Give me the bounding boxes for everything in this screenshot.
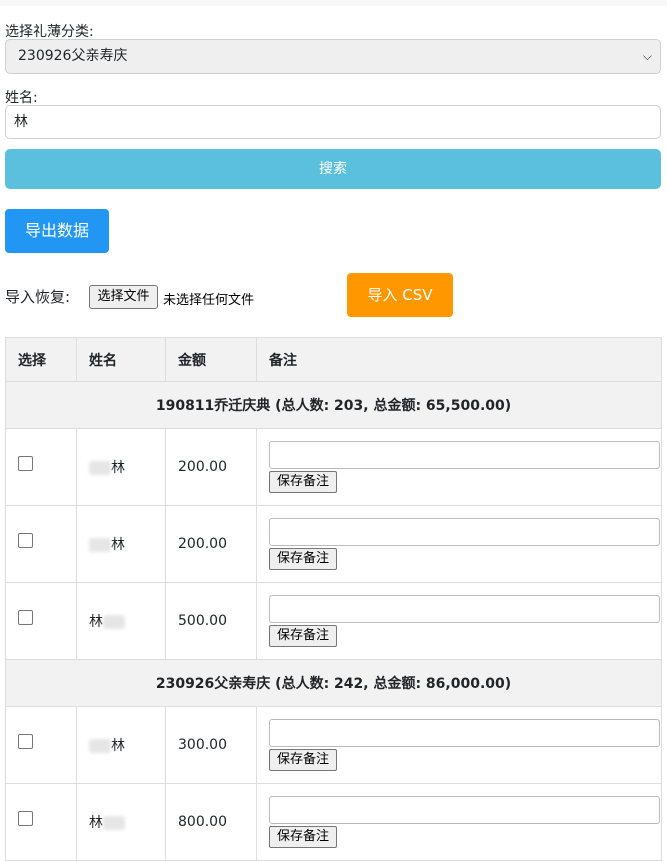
- header-amount: 金额: [165, 337, 257, 382]
- name-cell: 林: [76, 783, 166, 861]
- header-name: 姓名: [76, 337, 166, 382]
- amount-cell: 500.00: [165, 582, 257, 660]
- save-note-button[interactable]: 保存备注: [269, 625, 338, 647]
- amount-cell: 300.00: [165, 706, 257, 784]
- group-title: 230926父亲寿庆 (总人数: 242, 总金额: 86,000.00): [5, 659, 662, 707]
- amount-cell: 800.00: [165, 783, 257, 861]
- table-header-row: 选择 姓名 金额 备注: [5, 337, 662, 382]
- name-cell: 林: [76, 505, 166, 583]
- group-row: 190811乔迁庆典 (总人数: 203, 总金额: 65,500.00): [5, 381, 662, 429]
- category-label: 选择礼薄分类:: [5, 24, 94, 40]
- import-csv-button[interactable]: 导入 CSV: [347, 273, 453, 317]
- table-row: 林 800.00 保存备注: [5, 783, 662, 861]
- save-note-button[interactable]: 保存备注: [269, 826, 338, 848]
- header-select: 选择: [5, 337, 77, 382]
- group-title: 190811乔迁庆典 (总人数: 203, 总金额: 65,500.00): [5, 381, 662, 429]
- search-button[interactable]: 搜索: [5, 149, 661, 189]
- note-input[interactable]: [269, 441, 660, 469]
- name-cell: 林: [76, 706, 166, 784]
- import-restore-label: 导入恢复:: [5, 288, 71, 306]
- note-cell: 保存备注: [256, 505, 662, 583]
- category-select[interactable]: 230926父亲寿庆 ⌵: [5, 39, 661, 74]
- group-row: 230926父亲寿庆 (总人数: 242, 总金额: 86,000.00): [5, 659, 662, 707]
- name-input[interactable]: 林: [5, 105, 661, 139]
- row-checkbox[interactable]: [18, 532, 33, 548]
- redacted-name-part: [89, 461, 111, 475]
- name-cell: 林: [76, 428, 166, 506]
- choose-file-button[interactable]: 选择文件: [89, 285, 158, 309]
- name-label: 姓名:: [5, 90, 38, 106]
- records-table: 选择 姓名 金额 备注 190811乔迁庆典 (总人数: 203, 总金额: 6…: [5, 337, 662, 861]
- note-input[interactable]: [269, 595, 660, 623]
- save-note-button[interactable]: 保存备注: [269, 548, 338, 570]
- header-note: 备注: [256, 337, 662, 382]
- table-row: 林 500.00 保存备注: [5, 582, 662, 660]
- row-checkbox[interactable]: [18, 609, 33, 625]
- amount-cell: 200.00: [165, 505, 257, 583]
- no-file-selected-text: 未选择任何文件: [163, 293, 255, 308]
- category-select-value: 230926父亲寿庆: [18, 48, 128, 64]
- save-note-button[interactable]: 保存备注: [269, 749, 338, 771]
- redacted-name-part: [103, 816, 125, 830]
- note-input[interactable]: [269, 719, 660, 747]
- note-cell: 保存备注: [256, 582, 662, 660]
- chevron-down-icon: ⌵: [642, 49, 652, 63]
- redacted-name-part: [89, 739, 111, 753]
- note-cell: 保存备注: [256, 783, 662, 861]
- export-data-button[interactable]: 导出数据: [5, 209, 109, 253]
- redacted-name-part: [89, 538, 111, 552]
- amount-cell: 200.00: [165, 428, 257, 506]
- table-row: 林 300.00 保存备注: [5, 706, 662, 784]
- redacted-name-part: [103, 615, 125, 629]
- note-cell: 保存备注: [256, 428, 662, 506]
- note-input[interactable]: [269, 518, 660, 546]
- row-checkbox[interactable]: [18, 810, 33, 826]
- table-row: 林 200.00 保存备注: [5, 428, 662, 506]
- name-cell: 林: [76, 582, 166, 660]
- save-note-button[interactable]: 保存备注: [269, 471, 338, 493]
- table-row: 林 200.00 保存备注: [5, 505, 662, 583]
- row-checkbox[interactable]: [18, 733, 33, 749]
- row-checkbox[interactable]: [18, 455, 33, 471]
- note-input[interactable]: [269, 796, 660, 824]
- note-cell: 保存备注: [256, 706, 662, 784]
- top-strip: [0, 0, 667, 6]
